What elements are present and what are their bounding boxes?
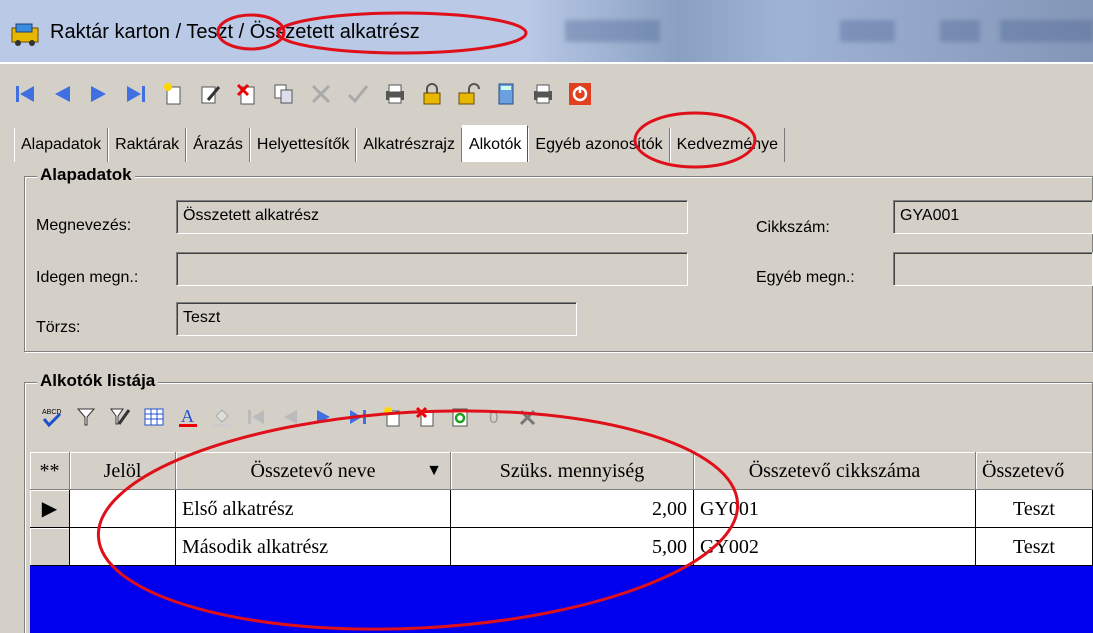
next-record-icon[interactable] (86, 81, 112, 107)
calculator-icon[interactable] (493, 81, 519, 107)
tab-helyettesitok[interactable]: Helyettesítők (249, 128, 357, 162)
filter-icon[interactable] (74, 405, 98, 429)
cell-code[interactable]: GY001 (694, 490, 976, 528)
record-toolbar (12, 79, 593, 109)
cell-code[interactable]: GY002 (694, 528, 976, 566)
other-name-field[interactable] (893, 252, 1093, 286)
prev-icon[interactable] (278, 405, 302, 429)
column-indicator[interactable]: ** (30, 452, 70, 490)
refresh-icon[interactable] (448, 405, 472, 429)
code-field[interactable]: GYA001 (893, 200, 1093, 234)
delete-row-icon[interactable] (414, 405, 438, 429)
window-title: Raktár karton / Teszt / Összetett alkatr… (50, 21, 420, 44)
grid-toolbar: ABCD A 0 (40, 402, 540, 432)
blurred-taskbar-item (1000, 20, 1093, 42)
sort-desc-icon[interactable]: ▼ (426, 452, 442, 489)
table-row[interactable]: ▶ Első alkatrész 2,00 GY001 Teszt (30, 490, 1093, 528)
column-osszetevo[interactable]: Összetevő (976, 452, 1093, 490)
delete-record-icon[interactable] (234, 81, 260, 107)
column-osszetevo-neve[interactable]: Összetevő neve ▼ (176, 452, 451, 490)
edit-record-icon[interactable] (197, 81, 223, 107)
base-field[interactable]: Teszt (176, 302, 577, 336)
basic-data-title: Alapadatok (37, 165, 135, 185)
title-item-name: Összetett alkatrész (249, 21, 420, 43)
cell-name[interactable]: Második alkatrész (176, 528, 451, 566)
cancel-icon[interactable] (308, 81, 334, 107)
cell-name[interactable]: Első alkatrész (176, 490, 451, 528)
title-separator: / (238, 21, 245, 43)
column-szuks-mennyiseg[interactable]: Szüks. mennyiség (451, 452, 694, 490)
column-jelol[interactable]: Jelöl (70, 452, 176, 490)
cell-mark[interactable] (70, 490, 176, 528)
cell-qty[interactable]: 2,00 (451, 490, 694, 528)
grid-icon[interactable] (142, 405, 166, 429)
name-label: Megnevezés: (36, 217, 132, 234)
blurred-taskbar-item (840, 20, 895, 42)
tab-egyeb-azonositok[interactable]: Egyéb azonosítók (528, 128, 670, 162)
font-color-icon[interactable]: A (176, 405, 200, 429)
title-prefix: Raktár karton / (50, 21, 182, 43)
last-record-icon[interactable] (123, 81, 149, 107)
cell-mark[interactable] (70, 528, 176, 566)
tab-strip: Alapadatok Raktárak Árazás Helyettesítők… (14, 125, 786, 162)
title-breadcrumb-base: Teszt (186, 21, 234, 43)
base-label: Törzs: (36, 319, 81, 336)
blurred-taskbar-item (565, 20, 660, 42)
tab-arazas[interactable]: Árazás (186, 128, 250, 162)
foreign-name-field[interactable] (176, 252, 688, 286)
row-pointer[interactable]: ▶ (30, 490, 70, 528)
lock-icon[interactable] (419, 81, 445, 107)
tools-icon[interactable] (516, 405, 540, 429)
zero-icon[interactable]: 0 (482, 405, 506, 429)
first-icon[interactable] (244, 405, 268, 429)
svg-text:0: 0 (489, 408, 498, 427)
cell-base[interactable]: Teszt (976, 490, 1093, 528)
print-preview-icon[interactable] (530, 81, 556, 107)
cell-base[interactable]: Teszt (976, 528, 1093, 566)
other-name-label: Egyéb megn.: (756, 269, 855, 286)
new-row-icon[interactable] (380, 405, 404, 429)
window-body: Alapadatok Raktárak Árazás Helyettesítők… (0, 62, 1093, 633)
new-record-icon[interactable] (160, 81, 186, 107)
copy-record-icon[interactable] (271, 81, 297, 107)
title-bar: Raktár karton / Teszt / Összetett alkatr… (0, 0, 1093, 62)
tab-kedvezmenyek[interactable]: Kedvezménye (669, 128, 786, 162)
components-grid[interactable]: ** Jelöl Összetevő neve ▼ Szüks. mennyis… (30, 452, 1093, 633)
edit-filter-icon[interactable] (108, 405, 132, 429)
next-icon[interactable] (312, 405, 336, 429)
fill-color-icon[interactable] (210, 405, 234, 429)
confirm-icon[interactable] (345, 81, 371, 107)
tab-alkatreszrajz[interactable]: Alkatrészrajz (356, 128, 462, 162)
tab-raktarak[interactable]: Raktárak (108, 128, 187, 162)
last-icon[interactable] (346, 405, 370, 429)
tab-alapadatok[interactable]: Alapadatok (14, 128, 109, 162)
column-osszetevo-cikkszama[interactable]: Összetevő cikkszáma (694, 452, 976, 490)
blurred-taskbar-item (940, 20, 980, 42)
foreign-name-label: Idegen megn.: (36, 269, 139, 286)
cell-qty[interactable]: 5,00 (451, 528, 694, 566)
name-field[interactable]: Összetett alkatrész (176, 200, 688, 234)
close-icon[interactable] (567, 81, 593, 107)
table-row[interactable]: Második alkatrész 5,00 GY002 Teszt (30, 528, 1093, 566)
app-icon (11, 23, 39, 46)
spellcheck-icon[interactable]: ABCD (40, 405, 64, 429)
print-icon[interactable] (382, 81, 408, 107)
first-record-icon[interactable] (12, 81, 38, 107)
svg-text:A: A (181, 406, 194, 426)
row-indicator[interactable] (30, 528, 70, 566)
tab-alkotok[interactable]: Alkotók (461, 125, 529, 162)
unlock-icon[interactable] (456, 81, 482, 107)
grid-header-row: ** Jelöl Összetevő neve ▼ Szüks. mennyis… (30, 452, 1093, 490)
column-osszetevo-neve-label: Összetevő neve (250, 460, 376, 482)
code-label: Cikkszám: (756, 219, 830, 236)
prev-record-icon[interactable] (49, 81, 75, 107)
components-title: Alkotók listája (37, 371, 159, 391)
